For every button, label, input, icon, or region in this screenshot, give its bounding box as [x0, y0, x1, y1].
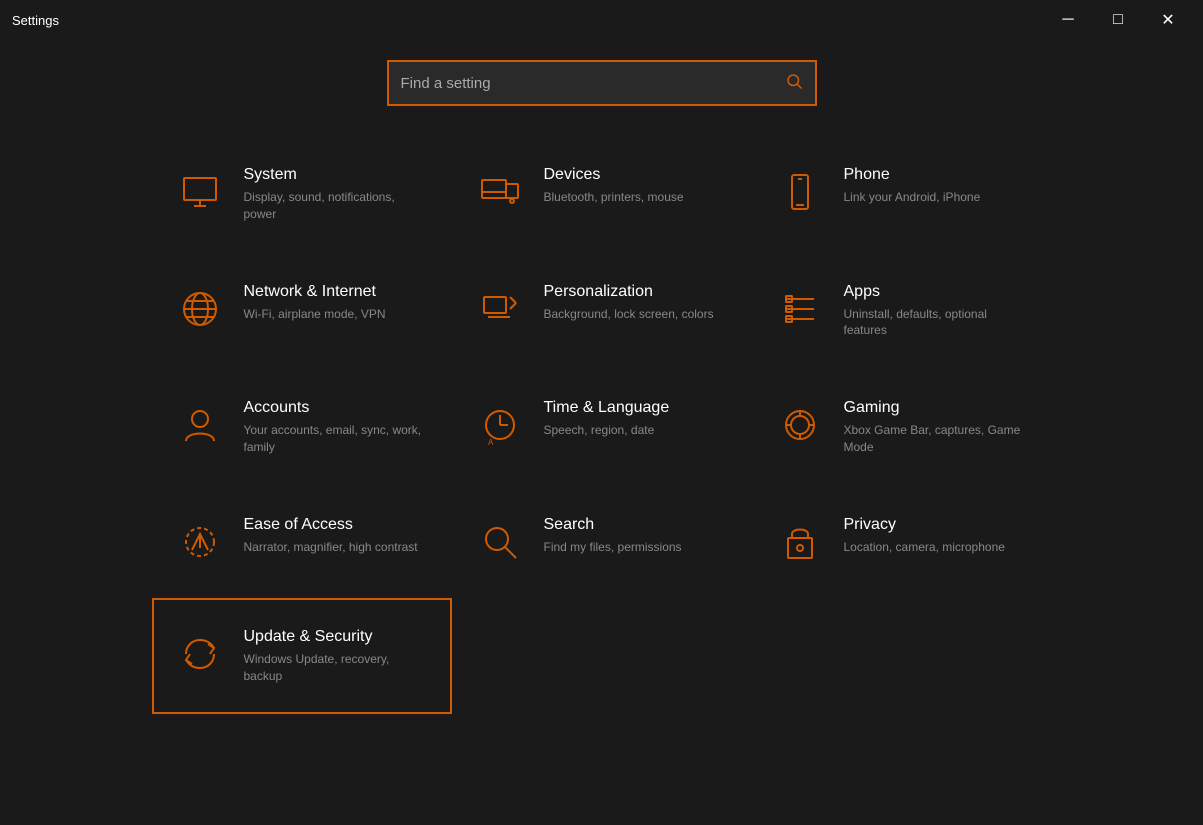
setting-text-update: Update & Security Windows Update, recover…	[244, 628, 430, 685]
personalization-icon	[474, 283, 526, 335]
setting-desc-update: Windows Update, recovery, backup	[244, 651, 430, 685]
setting-text-phone: Phone Link your Android, iPhone	[844, 166, 1030, 206]
setting-title-time: Time & Language	[544, 399, 730, 417]
setting-desc-time: Speech, region, date	[544, 422, 730, 439]
setting-title-apps: Apps	[844, 283, 1030, 301]
setting-desc-personalization: Background, lock screen, colors	[544, 306, 730, 323]
setting-item-devices[interactable]: Devices Bluetooth, printers, mouse	[452, 136, 752, 253]
phone-icon	[774, 166, 826, 218]
monitor-icon	[174, 166, 226, 218]
settings-grid: System Display, sound, notifications, pow…	[52, 136, 1152, 714]
update-icon	[174, 628, 226, 680]
setting-item-gaming[interactable]: Gaming Xbox Game Bar, captures, Game Mode	[752, 369, 1052, 486]
setting-desc-gaming: Xbox Game Bar, captures, Game Mode	[844, 422, 1030, 456]
setting-desc-privacy: Location, camera, microphone	[844, 539, 1030, 556]
setting-item-network[interactable]: Network & Internet Wi-Fi, airplane mode, …	[152, 253, 452, 370]
gaming-icon	[774, 399, 826, 451]
setting-item-phone[interactable]: Phone Link your Android, iPhone	[752, 136, 1052, 253]
window-title: Settings	[12, 13, 59, 28]
setting-title-phone: Phone	[844, 166, 1030, 184]
setting-text-search: Search Find my files, permissions	[544, 516, 730, 556]
setting-title-network: Network & Internet	[244, 283, 430, 301]
setting-item-update[interactable]: Update & Security Windows Update, recover…	[152, 598, 452, 715]
setting-text-personalization: Personalization Background, lock screen, …	[544, 283, 730, 323]
setting-text-system: System Display, sound, notifications, pow…	[244, 166, 430, 223]
setting-text-ease: Ease of Access Narrator, magnifier, high …	[244, 516, 430, 556]
setting-title-privacy: Privacy	[844, 516, 1030, 534]
setting-text-time: Time & Language Speech, region, date	[544, 399, 730, 439]
setting-title-update: Update & Security	[244, 628, 430, 646]
title-bar: Settings ─ □ ✕	[0, 0, 1203, 40]
setting-item-search[interactable]: Search Find my files, permissions	[452, 486, 752, 598]
setting-item-system[interactable]: System Display, sound, notifications, pow…	[152, 136, 452, 253]
setting-title-ease: Ease of Access	[244, 516, 430, 534]
privacy-icon	[774, 516, 826, 568]
close-button[interactable]: ✕	[1145, 4, 1191, 36]
svg-text:A: A	[488, 438, 494, 447]
minimize-button[interactable]: ─	[1045, 4, 1091, 36]
setting-title-system: System	[244, 166, 430, 184]
apps-icon	[774, 283, 826, 335]
setting-title-gaming: Gaming	[844, 399, 1030, 417]
setting-title-personalization: Personalization	[544, 283, 730, 301]
setting-text-network: Network & Internet Wi-Fi, airplane mode, …	[244, 283, 430, 323]
search-icon	[474, 516, 526, 568]
setting-text-apps: Apps Uninstall, defaults, optional featur…	[844, 283, 1030, 340]
search-icon	[785, 72, 803, 95]
time-icon: A	[474, 399, 526, 451]
window-controls: ─ □ ✕	[1045, 4, 1191, 36]
setting-text-devices: Devices Bluetooth, printers, mouse	[544, 166, 730, 206]
search-box[interactable]	[387, 60, 817, 106]
setting-title-search: Search	[544, 516, 730, 534]
setting-desc-accounts: Your accounts, email, sync, work, family	[244, 422, 430, 456]
setting-text-privacy: Privacy Location, camera, microphone	[844, 516, 1030, 556]
setting-desc-phone: Link your Android, iPhone	[844, 189, 1030, 206]
search-container	[0, 40, 1203, 136]
setting-desc-network: Wi-Fi, airplane mode, VPN	[244, 306, 430, 323]
setting-item-time[interactable]: A Time & Language Speech, region, date	[452, 369, 752, 486]
setting-desc-ease: Narrator, magnifier, high contrast	[244, 539, 430, 556]
setting-desc-devices: Bluetooth, printers, mouse	[544, 189, 730, 206]
setting-item-ease[interactable]: Ease of Access Narrator, magnifier, high …	[152, 486, 452, 598]
setting-desc-apps: Uninstall, defaults, optional features	[844, 306, 1030, 340]
setting-text-accounts: Accounts Your accounts, email, sync, work…	[244, 399, 430, 456]
setting-item-apps[interactable]: Apps Uninstall, defaults, optional featur…	[752, 253, 1052, 370]
setting-title-accounts: Accounts	[244, 399, 430, 417]
setting-text-gaming: Gaming Xbox Game Bar, captures, Game Mode	[844, 399, 1030, 456]
network-icon	[174, 283, 226, 335]
setting-desc-system: Display, sound, notifications, power	[244, 189, 430, 223]
ease-icon	[174, 516, 226, 568]
maximize-button[interactable]: □	[1095, 4, 1141, 36]
search-input[interactable]	[401, 75, 777, 92]
setting-item-accounts[interactable]: Accounts Your accounts, email, sync, work…	[152, 369, 452, 486]
setting-desc-search: Find my files, permissions	[544, 539, 730, 556]
devices-icon	[474, 166, 526, 218]
accounts-icon	[174, 399, 226, 451]
setting-item-personalization[interactable]: Personalization Background, lock screen, …	[452, 253, 752, 370]
setting-item-privacy[interactable]: Privacy Location, camera, microphone	[752, 486, 1052, 598]
setting-title-devices: Devices	[544, 166, 730, 184]
